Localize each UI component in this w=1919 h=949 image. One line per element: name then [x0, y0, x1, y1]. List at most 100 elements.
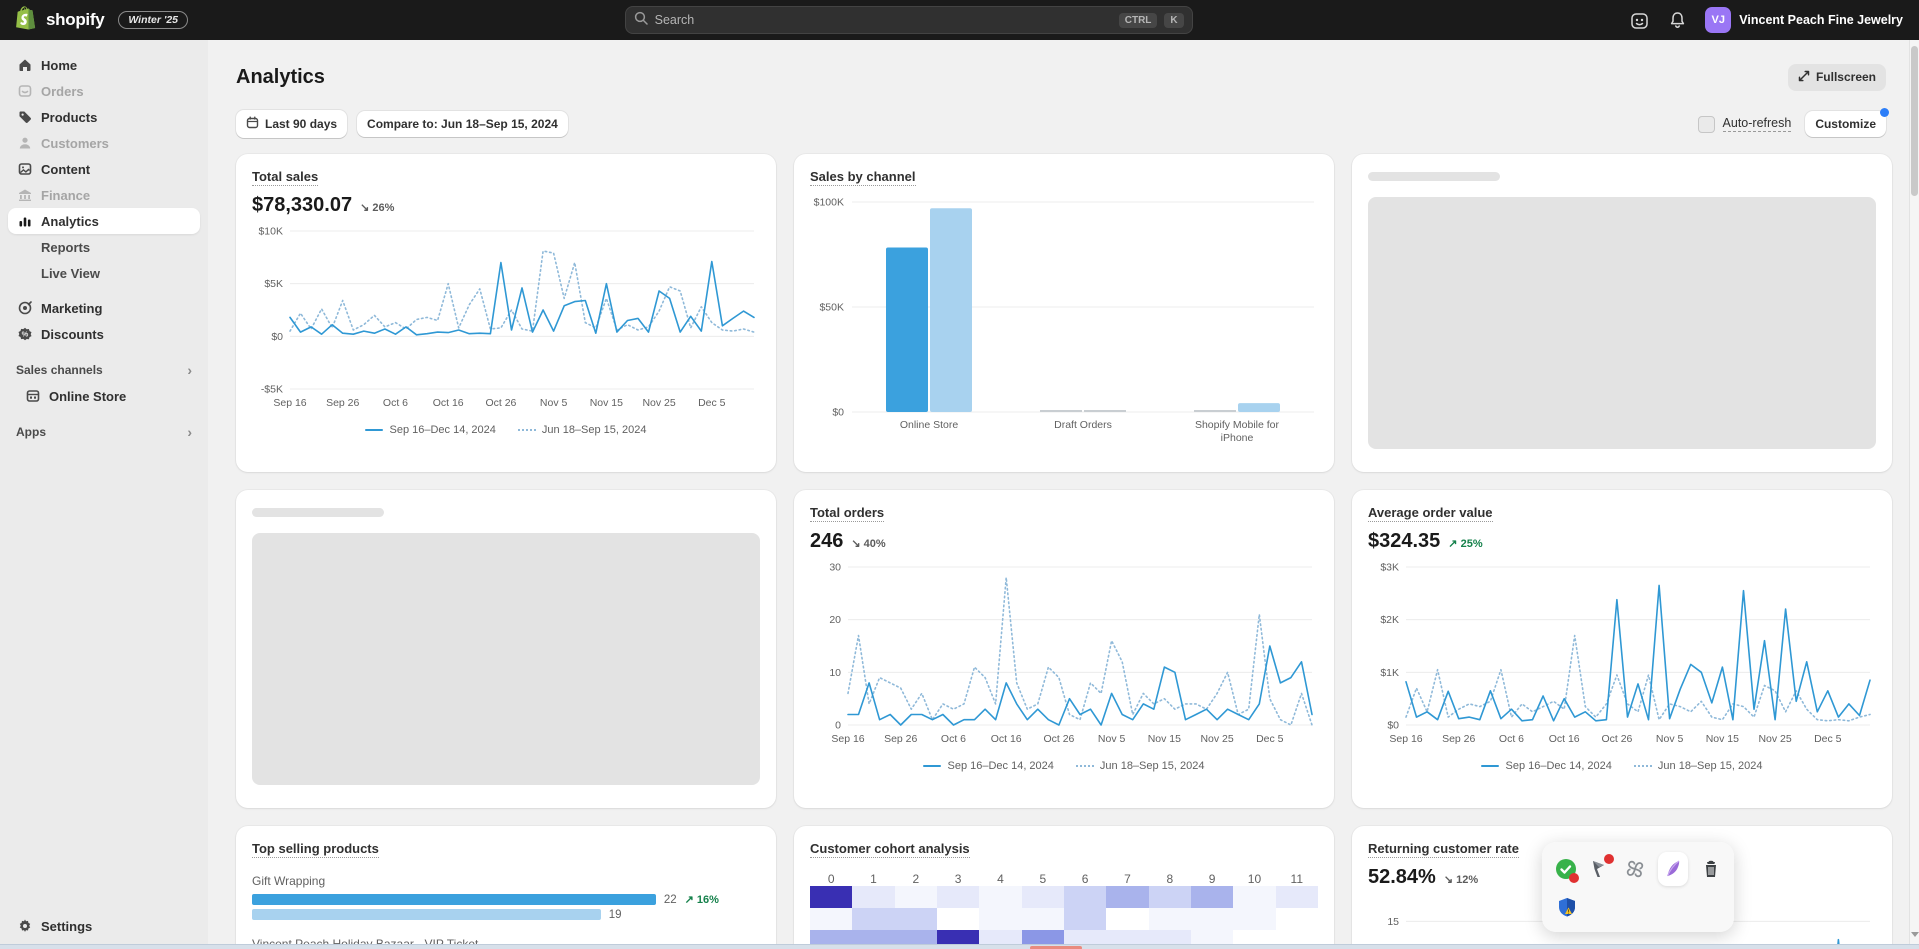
- cohort-cell: [1106, 886, 1148, 908]
- sales-channels-section[interactable]: Sales channels ›: [8, 357, 200, 383]
- sidebar-item-customers[interactable]: Customers: [8, 130, 200, 156]
- kbd-k: K: [1164, 13, 1183, 28]
- online-store-icon: [24, 388, 41, 405]
- shopify-bag-icon: [16, 6, 38, 35]
- legend-solid-swatch: [1481, 765, 1499, 767]
- scrollbar-thumb[interactable]: [1911, 46, 1918, 196]
- sidebar-item-discounts[interactable]: % Discounts: [8, 321, 200, 347]
- fullscreen-label: Fullscreen: [1816, 70, 1876, 84]
- page-scrollbar[interactable]: [1909, 40, 1919, 949]
- avatar: VJ: [1705, 7, 1731, 33]
- svg-text:Nov 25: Nov 25: [1200, 733, 1233, 745]
- cohort-cell: [1022, 908, 1064, 930]
- svg-text:$0: $0: [271, 331, 283, 343]
- card-title[interactable]: Top selling products: [252, 841, 379, 858]
- svg-text:Oct 6: Oct 6: [941, 733, 966, 745]
- apps-section[interactable]: Apps ›: [8, 419, 200, 445]
- chart-legend: Sep 16–Dec 14, 2024 Jun 18–Sep 15, 2024: [252, 424, 760, 436]
- compare-button[interactable]: Compare to: Jun 18–Sep 15, 2024: [357, 111, 568, 137]
- svg-text:Oct 26: Oct 26: [1601, 733, 1632, 745]
- apps-label: Apps: [16, 425, 46, 439]
- total-orders-delta: ↘ 40%: [851, 537, 885, 550]
- notification-badge: [1569, 873, 1579, 883]
- cohort-row: [810, 886, 1318, 908]
- sidebar-item-marketing[interactable]: Marketing: [8, 295, 200, 321]
- svg-text:Nov 15: Nov 15: [590, 397, 623, 409]
- cohort-cell: [1149, 886, 1191, 908]
- fullscreen-button[interactable]: Fullscreen: [1788, 64, 1886, 91]
- content-icon: [16, 161, 33, 178]
- notifications-bell-icon[interactable]: [1667, 10, 1687, 30]
- chart-legend: Sep 16–Dec 14, 2024 Jun 18–Sep 15, 2024: [1368, 760, 1876, 772]
- cohort-cell: [1233, 886, 1275, 908]
- sidebar-item-label: Settings: [41, 919, 92, 934]
- product-bar-row: 19: [252, 908, 760, 921]
- chevron-right-icon: ›: [187, 424, 192, 440]
- svg-text:Oct 16: Oct 16: [1549, 733, 1580, 745]
- svg-text:Sep 16: Sep 16: [1389, 733, 1422, 745]
- sidebar-item-label: Online Store: [49, 389, 126, 404]
- current-period-bar: [252, 894, 656, 905]
- card-title[interactable]: Total orders: [810, 505, 884, 522]
- trash-extension-icon[interactable]: [1699, 856, 1722, 882]
- shopify-logo[interactable]: shopify Winter '25: [16, 6, 188, 35]
- svg-text:$0: $0: [832, 407, 844, 419]
- sidekick-assistant-icon[interactable]: [1629, 10, 1649, 30]
- card-title[interactable]: Returning customer rate: [1368, 841, 1519, 858]
- auto-refresh-toggle[interactable]: Auto-refresh: [1698, 116, 1792, 133]
- card-title[interactable]: Sales by channel: [810, 169, 916, 186]
- customize-notification-dot: [1880, 108, 1889, 117]
- card-title[interactable]: Average order value: [1368, 505, 1493, 522]
- global-search[interactable]: CTRL K: [625, 6, 1193, 34]
- svg-text:Draft Orders: Draft Orders: [1054, 419, 1112, 431]
- total-sales-chart: $10K$5K$0-$5KSep 16Sep 26Oct 6Oct 16Oct …: [252, 221, 760, 418]
- sidebar-item-settings[interactable]: Settings: [8, 913, 200, 939]
- sidebar-item-products[interactable]: Products: [8, 104, 200, 130]
- svg-text:$3K: $3K: [1380, 562, 1399, 574]
- customize-button[interactable]: Customize: [1805, 111, 1886, 137]
- sidebar-item-content[interactable]: Content: [8, 156, 200, 182]
- sidebar-item-online-store[interactable]: Online Store: [8, 383, 200, 409]
- sidebar-item-home[interactable]: Home: [8, 52, 200, 78]
- flag-extension-icon[interactable]: [1589, 856, 1612, 882]
- green-check-extension-icon[interactable]: [1554, 856, 1578, 882]
- account-menu[interactable]: VJ Vincent Peach Fine Jewelry: [1705, 7, 1903, 33]
- sidebar-item-label: Home: [41, 58, 77, 73]
- svg-text:$0: $0: [1387, 720, 1399, 732]
- card-title[interactable]: Customer cohort analysis: [810, 841, 970, 858]
- scrollbar-down-arrow[interactable]: [1911, 932, 1919, 937]
- svg-text:Sep 16: Sep 16: [831, 733, 864, 745]
- svg-text:Shopify Mobile for: Shopify Mobile for: [1195, 419, 1280, 431]
- cohort-cell: [810, 908, 852, 930]
- search-input[interactable]: [655, 13, 1112, 27]
- sidebar-item-orders[interactable]: Orders: [8, 78, 200, 104]
- cohort-heatmap: [810, 886, 1318, 949]
- svg-text:$100K: $100K: [814, 197, 844, 209]
- date-range-button[interactable]: Last 90 days: [236, 110, 347, 138]
- sidebar-item-finance[interactable]: Finance: [8, 182, 200, 208]
- shield-warning-extension-icon[interactable]: !: [1554, 894, 1580, 920]
- sidebar-item-reports[interactable]: Reports: [8, 234, 200, 260]
- feather-extension-icon-selected[interactable]: [1658, 852, 1688, 886]
- total-sales-delta: ↘ 26%: [360, 201, 394, 214]
- svg-text:Nov 5: Nov 5: [540, 397, 568, 409]
- card-title[interactable]: Total sales: [252, 169, 318, 186]
- chevron-right-icon: ›: [187, 362, 192, 378]
- returning-rate-delta: ↘ 12%: [1444, 873, 1478, 886]
- svg-text:Nov 25: Nov 25: [1758, 733, 1791, 745]
- svg-text:10: 10: [829, 667, 841, 679]
- svg-text:Sep 16: Sep 16: [273, 397, 306, 409]
- sidebar-item-label: Finance: [41, 188, 90, 203]
- notification-badge: [1604, 854, 1614, 864]
- aov-chart: $3K$2K$1K$0Sep 16Sep 26Oct 6Oct 16Oct 26…: [1368, 557, 1876, 754]
- cohort-cell: [937, 908, 979, 930]
- legend-dotted-swatch: [518, 429, 536, 431]
- customers-icon: [16, 135, 33, 152]
- clover-extension-icon[interactable]: [1623, 856, 1647, 882]
- sidebar-item-live-view[interactable]: Live View: [8, 260, 200, 286]
- sidebar-item-analytics[interactable]: Analytics: [8, 208, 200, 234]
- sidebar-item-label: Content: [41, 162, 90, 177]
- auto-refresh-checkbox[interactable]: [1698, 116, 1715, 133]
- account-name: Vincent Peach Fine Jewelry: [1739, 13, 1903, 27]
- svg-text:Dec 5: Dec 5: [698, 397, 726, 409]
